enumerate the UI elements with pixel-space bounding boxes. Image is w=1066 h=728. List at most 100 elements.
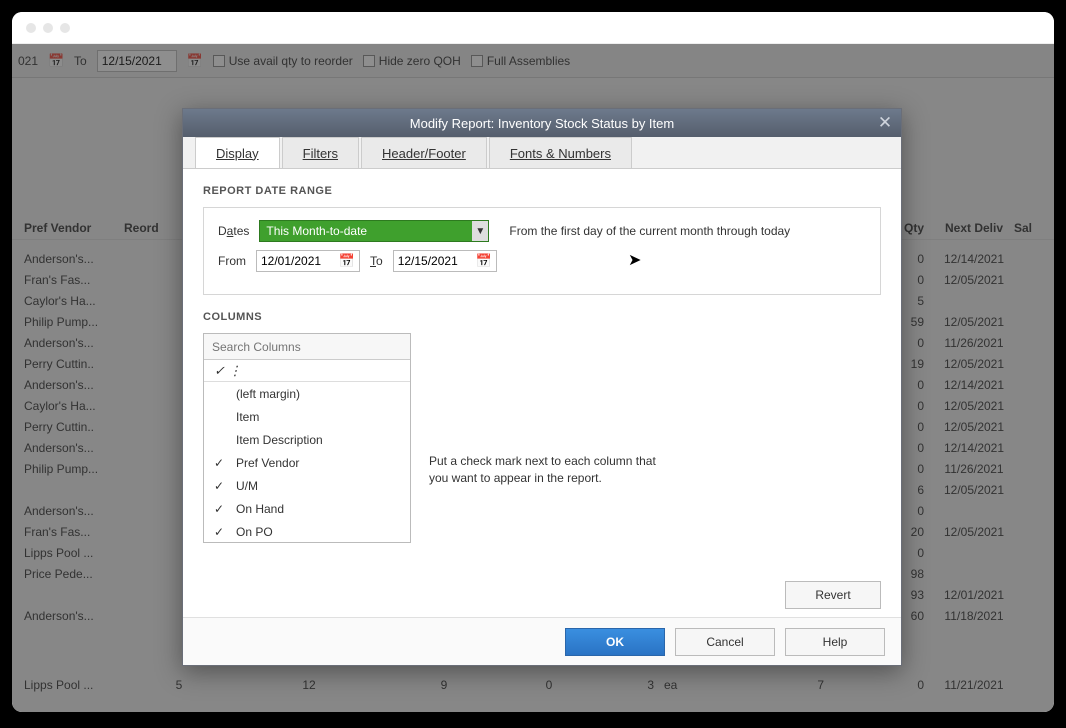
help-button[interactable]: Help — [785, 628, 885, 656]
cell-deliv: 11/26/2021 — [934, 336, 1014, 350]
column-option-label: Pref Vendor — [236, 456, 299, 470]
full-assemblies-checkbox[interactable]: Full Assemblies — [471, 54, 570, 68]
tab-fonts-numbers[interactable]: Fonts & Numbers — [489, 137, 632, 168]
column-option[interactable]: Item — [204, 405, 410, 428]
header-reord: Reord — [124, 221, 184, 235]
cell-deliv: 12/14/2021 — [934, 441, 1014, 455]
cell-vendor: Caylor's Ha... — [24, 294, 124, 308]
header-pref-vendor: Pref Vendor — [24, 221, 124, 235]
cell-deliv: 12/01/2021 — [934, 588, 1014, 602]
calendar-icon[interactable]: 📅 — [48, 53, 64, 69]
traffic-light-minimize[interactable] — [43, 23, 53, 33]
cell-vendor: Fran's Fas... — [24, 525, 124, 539]
search-columns-input[interactable] — [204, 334, 410, 360]
from-date-field[interactable]: 📅 — [256, 250, 360, 272]
column-option-label: On Hand — [236, 502, 284, 516]
use-avail-qty-checkbox[interactable]: Use avail qty to reorder — [213, 54, 353, 68]
cancel-button[interactable]: Cancel — [675, 628, 775, 656]
checkmark-icon: ✓ — [214, 502, 226, 516]
dates-dropdown-value: This Month-to-date — [266, 224, 367, 238]
tab-display[interactable]: Display — [195, 137, 280, 168]
cell-vendor: Perry Cuttin.. — [24, 357, 124, 371]
cell-deliv: 11/26/2021 — [934, 462, 1014, 476]
cell-vendor: Anderson's... — [24, 504, 124, 518]
column-option[interactable]: Item Description — [204, 428, 410, 451]
cell-vendor: Anderson's... — [24, 336, 124, 350]
traffic-light-zoom[interactable] — [60, 23, 70, 33]
column-option-label: Item — [236, 410, 259, 424]
columns-picker: ✓ ⋮ (left margin) Item Item Description ✓ Pr… — [203, 333, 411, 543]
from-date-input[interactable] — [261, 254, 333, 268]
cell-deliv: 12/14/2021 — [934, 252, 1014, 266]
columns-section-label: COLUMNS — [203, 311, 881, 323]
to-date-input[interactable] — [398, 254, 470, 268]
calendar-icon[interactable]: 📅 — [187, 53, 203, 69]
cell-vendor: Anderson's... — [24, 609, 124, 623]
dialog-title: Modify Report: Inventory Stock Status by… — [410, 116, 674, 131]
cell-deliv: 12/05/2021 — [934, 273, 1014, 287]
column-option-label: U/M — [236, 479, 258, 493]
from-label: From — [218, 254, 246, 268]
browser-titlebar — [12, 12, 1054, 44]
modify-report-dialog: Modify Report: Inventory Stock Status by… — [182, 108, 902, 666]
dates-label: Dates — [218, 224, 249, 238]
column-option-label: On PO — [236, 525, 273, 539]
cell-deliv: 12/05/2021 — [934, 399, 1014, 413]
checkmark-icon: ✓ — [214, 479, 226, 493]
dates-hint-text: From the first day of the current month … — [509, 224, 790, 238]
header-sal: Sal — [1014, 221, 1054, 235]
cell-vendor: Anderson's... — [24, 441, 124, 455]
hide-zero-qoh-checkbox[interactable]: Hide zero QOH — [363, 54, 461, 68]
calendar-icon[interactable]: 📅 — [339, 253, 355, 269]
column-option[interactable]: (left margin) — [204, 382, 410, 405]
browser-frame: 021 📅 To 📅 Use avail qty to reorder Hide… — [12, 12, 1054, 712]
cell-deliv: 12/05/2021 — [934, 483, 1014, 497]
cell-deliv: 12/14/2021 — [934, 378, 1014, 392]
column-option-label: (left margin) — [236, 387, 300, 401]
column-option[interactable]: ✓ On PO — [204, 520, 410, 542]
checkmark-icon: ✓ — [214, 525, 226, 539]
tab-filters[interactable]: Filters — [282, 137, 359, 168]
columns-hint-text: Put a check mark next to each column tha… — [429, 453, 659, 487]
cell-deliv: 12/05/2021 — [934, 315, 1014, 329]
dialog-footer: OK Cancel Help — [183, 617, 901, 665]
revert-button[interactable]: Revert — [785, 581, 881, 609]
cell-vendor: Lipps Pool ... — [24, 678, 124, 692]
cell-vendor: Philip Pump... — [24, 462, 124, 476]
column-option[interactable]: ✓ Pref Vendor — [204, 451, 410, 474]
cell-vendor: Philip Pump... — [24, 315, 124, 329]
column-option-label: Item Description — [236, 433, 323, 447]
cell-vendor: Lipps Pool ... — [24, 546, 124, 560]
report-toolbar: 021 📅 To 📅 Use avail qty to reorder Hide… — [12, 44, 1054, 78]
summary-row: Lipps Pool ... 5 12 9 0 3 ea 7 0 11/21/2… — [12, 674, 1054, 696]
cell-vendor: Caylor's Ha... — [24, 399, 124, 413]
cell-vendor: Perry Cuttin.. — [24, 420, 124, 434]
cell-deliv: 11/18/2021 — [934, 609, 1014, 623]
to-date-field[interactable]: 📅 — [393, 250, 497, 272]
cell-deliv: 12/05/2021 — [934, 357, 1014, 371]
app-area: 021 📅 To 📅 Use avail qty to reorder Hide… — [12, 44, 1054, 712]
cell-vendor: Fran's Fas... — [24, 273, 124, 287]
to-label: To — [74, 54, 87, 68]
header-next-deliv: Next Deliv — [934, 221, 1014, 235]
column-option[interactable]: ✓ On Hand — [204, 497, 410, 520]
date-range-fieldset: Dates This Month-to-date ▼ From the firs… — [203, 207, 881, 295]
date-to-input[interactable] — [97, 50, 177, 72]
date-range-section-label: REPORT DATE RANGE — [203, 185, 881, 197]
checkmark-icon: ✓ — [214, 456, 226, 470]
columns-list[interactable]: (left margin) Item Item Description ✓ Pref V… — [204, 382, 410, 542]
columns-check-header: ✓ ⋮ — [204, 360, 410, 382]
dialog-titlebar: Modify Report: Inventory Stock Status by… — [183, 109, 901, 137]
calendar-icon[interactable]: 📅 — [476, 253, 492, 269]
close-icon[interactable]: ✕ — [875, 113, 895, 133]
cell-vendor: Anderson's... — [24, 378, 124, 392]
dialog-tabs: Display Filters Header/Footer Fonts & Nu… — [183, 137, 901, 169]
date-from-fragment: 021 — [18, 54, 38, 68]
cell-deliv: 12/05/2021 — [934, 525, 1014, 539]
tab-header-footer[interactable]: Header/Footer — [361, 137, 487, 168]
column-option[interactable]: ✓ U/M — [204, 474, 410, 497]
dialog-body: REPORT DATE RANGE Dates This Month-to-da… — [183, 169, 901, 617]
ok-button[interactable]: OK — [565, 628, 665, 656]
traffic-light-close[interactable] — [26, 23, 36, 33]
dates-dropdown[interactable]: This Month-to-date ▼ — [259, 220, 489, 242]
